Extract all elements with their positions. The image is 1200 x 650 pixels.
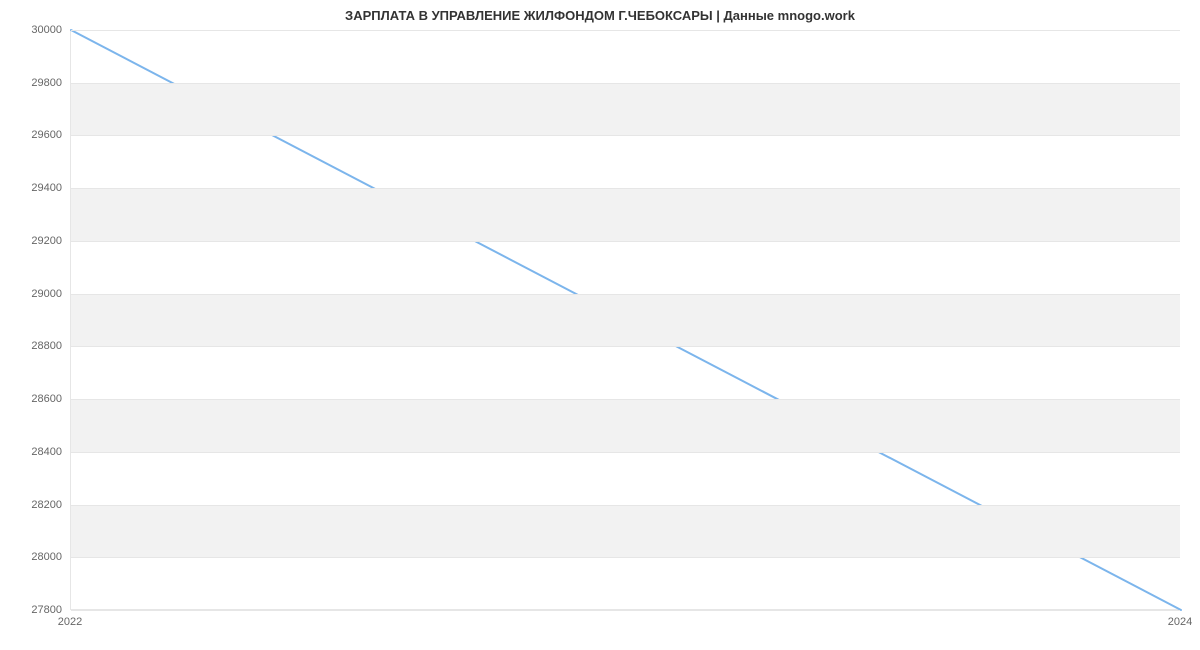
gridline <box>71 135 1180 136</box>
gridline <box>71 294 1180 295</box>
chart-container: ЗАРПЛАТА В УПРАВЛЕНИЕ ЖИЛФОНДОМ Г.ЧЕБОКС… <box>0 0 1200 650</box>
gridline <box>71 505 1180 506</box>
y-tick-label: 28800 <box>20 340 62 352</box>
plot-area <box>70 30 1180 610</box>
gridline <box>71 557 1180 558</box>
y-tick-label: 28000 <box>20 551 62 563</box>
x-tick-label: 2022 <box>58 616 82 628</box>
gridline <box>71 610 1180 611</box>
y-tick-label: 27800 <box>20 604 62 616</box>
y-tick-label: 29600 <box>20 129 62 141</box>
x-tick-label: 2024 <box>1168 616 1192 628</box>
y-tick-label: 28600 <box>20 393 62 405</box>
plot-band <box>71 188 1180 241</box>
plot-band <box>71 399 1180 452</box>
y-tick-label: 30000 <box>20 24 62 36</box>
gridline <box>71 241 1180 242</box>
gridline <box>71 30 1180 31</box>
gridline <box>71 83 1180 84</box>
gridline <box>71 452 1180 453</box>
gridline <box>71 399 1180 400</box>
chart-title: ЗАРПЛАТА В УПРАВЛЕНИЕ ЖИЛФОНДОМ Г.ЧЕБОКС… <box>0 8 1200 23</box>
y-tick-label: 28400 <box>20 446 62 458</box>
gridline <box>71 188 1180 189</box>
plot-band <box>71 505 1180 558</box>
y-tick-label: 29400 <box>20 182 62 194</box>
plot-band <box>71 83 1180 136</box>
y-tick-label: 29200 <box>20 235 62 247</box>
plot-band <box>71 294 1180 347</box>
y-tick-label: 29800 <box>20 77 62 89</box>
y-tick-label: 28200 <box>20 499 62 511</box>
gridline <box>71 346 1180 347</box>
y-tick-label: 29000 <box>20 288 62 300</box>
